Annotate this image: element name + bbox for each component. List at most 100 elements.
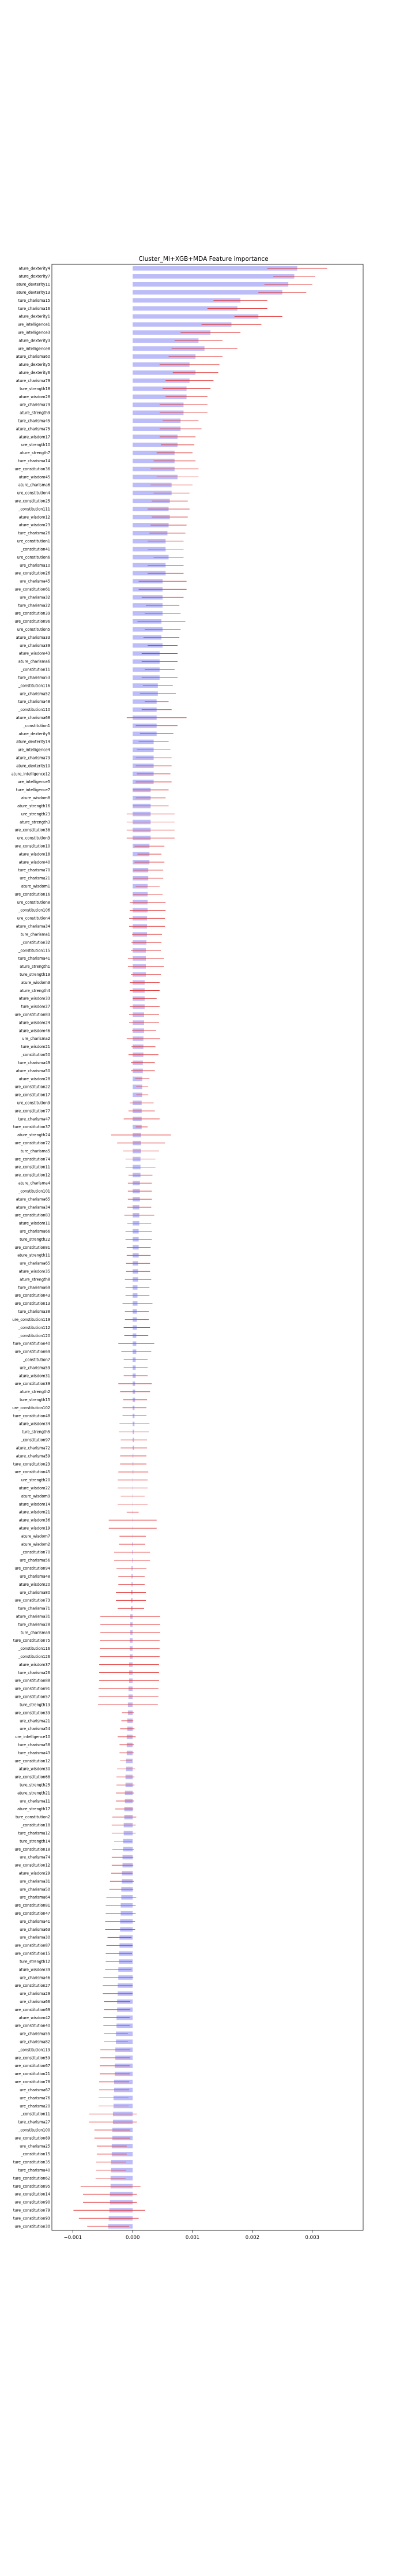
- y-tick-label: ature_charisma60: [16, 354, 50, 359]
- y-tick-label: ture_charisma53: [18, 675, 50, 680]
- y-tick-label: ure_constitution14: [14, 2192, 50, 2197]
- y-tick-label: ure_charisma25: [20, 2144, 50, 2148]
- y-tick-label: ure_charisma46: [20, 1975, 50, 1980]
- y-tick-label: ature_wisdom23: [19, 523, 50, 527]
- y-tick-label: ure_charisma65: [20, 1261, 50, 1266]
- y-tick-label: ature_strength8: [20, 1277, 50, 1282]
- y-tick-label: ure_charisma50: [20, 1887, 50, 1892]
- y-tick-label: ure_constitution78: [14, 2080, 50, 2084]
- y-tick-label: ature_wisdom37: [19, 1663, 50, 1667]
- y-tick-label: ure_constitution40: [14, 2024, 50, 2028]
- y-tick-label: ure_charisma11: [20, 1799, 50, 1803]
- y-tick-label: ure_constitution16: [14, 892, 50, 897]
- y-tick-label: ure_constitution9: [17, 1100, 50, 1105]
- y-tick-label: _constitution70: [20, 1550, 50, 1555]
- y-tick-label: ure_constitution45: [14, 1470, 50, 1474]
- y-tick-label: ure_constitution8: [17, 900, 50, 905]
- y-tick-label: ure_charisma52: [20, 691, 50, 696]
- y-tick-label: ature_charisma75: [16, 426, 50, 431]
- y-tick-label: ture_charisma5: [21, 1149, 50, 1154]
- y-tick-label: ture_strength19: [20, 972, 50, 977]
- y-tick-label: ure_charisma80: [20, 1590, 50, 1595]
- y-tick-label: ture_constitution37: [13, 1125, 50, 1129]
- y-tick-label: _constitution11: [20, 2112, 50, 2117]
- y-tick-label: ure_intelligence1: [17, 323, 50, 327]
- y-tick-label: ure_charisma66: [20, 2000, 50, 2004]
- y-tick-label: _constitution113: [18, 2047, 50, 2052]
- y-tick-label: ature_dexterity14: [16, 740, 50, 744]
- y-tick-label: ature_wisdom42: [19, 2016, 50, 2020]
- y-tick-label: ature_wisdom12: [19, 515, 50, 519]
- y-tick-label: ture_charisma28: [18, 1622, 50, 1627]
- y-tick-label: ture_wisdom27: [21, 1005, 50, 1009]
- y-tick-label: ature_wisdom40: [19, 860, 50, 864]
- y-tick-label: ature_strength3: [20, 820, 50, 825]
- y-tick-label: ture_charisma38: [18, 1309, 50, 1314]
- y-tick-label: _constitution116: [18, 1646, 50, 1651]
- x-tick-label: 0.002: [246, 2235, 259, 2241]
- y-tick-label: ture_charisma41: [18, 956, 50, 961]
- y-tick-label: ture_constitution2: [16, 1815, 50, 1819]
- y-tick-label: ure_constitution83: [14, 1013, 50, 1017]
- y-tick-label: ature_wisdom21: [19, 1510, 50, 1515]
- y-tick-label: ture_constitution23: [13, 1462, 50, 1466]
- error-bars-layer: [73, 268, 327, 2227]
- y-tick-label: ature_wisdom22: [19, 1486, 50, 1491]
- y-tick-label: ure_intelligence8: [17, 346, 50, 351]
- y-tick-label: ture_charisma69: [18, 1285, 50, 1290]
- y-tick-label: ure_charisma48: [20, 1574, 50, 1579]
- y-tick-label: ure_constitution59: [14, 2055, 50, 2060]
- y-tick-label: ature_wisdom11: [19, 1221, 50, 1226]
- y-tick-label: ure_constitution4: [17, 491, 50, 496]
- y-tick-label: ure_charisma39: [20, 643, 50, 648]
- y-tick-label: ature_dexterity13: [16, 290, 50, 295]
- y-tick-label: ture_strength5: [22, 1430, 50, 1435]
- y-tick-label: ature_strength11: [17, 1253, 50, 1258]
- y-tick-label: _constitution115: [18, 948, 50, 953]
- y-tick-label: ture_constitution40: [13, 1342, 50, 1346]
- y-tick-label: _constitution97: [20, 1438, 50, 1443]
- y-tick-label: ure_constitution83: [14, 1213, 50, 1218]
- y-tick-label: ture_charisma71: [18, 1607, 50, 1611]
- y-tick-label: ature_dexterity1: [18, 314, 50, 319]
- y-tick-label: ure_constitution18: [14, 1847, 50, 1852]
- y-tick-label: ture_charisma26: [18, 1671, 50, 1675]
- y-tick-label: ature_charisma50: [16, 1069, 50, 1073]
- y-tick-label: ure_charisma41: [20, 1919, 50, 1924]
- y-tick-label: ure_constitution25: [14, 499, 50, 504]
- y-tick-label: ature_dexterity10: [16, 763, 50, 768]
- y-tick-label: ure_constitution94: [14, 1566, 50, 1571]
- y-tick-label: ture_strength18: [20, 387, 50, 391]
- y-tick-label: ature_charisma6: [18, 660, 50, 664]
- y-tick-label: ature_wisdom1: [21, 884, 50, 889]
- y-tick-label: ture_charisma47: [18, 1117, 50, 1121]
- y-tick-label: ure_charisma20: [20, 2104, 50, 2109]
- y-tick-label: ture_charisma45: [18, 418, 50, 423]
- y-tick-label: ture_constitution75: [13, 1638, 50, 1643]
- y-tick-label: ure_constitution39: [14, 1381, 50, 1386]
- y-tick-label: ature_strength17: [17, 1807, 50, 1811]
- y-tick-label: ure_constitution4: [17, 916, 50, 921]
- y-tick-label: ture_charisma12: [18, 1831, 50, 1836]
- y-tick-label: ature_dexterity3: [18, 338, 50, 343]
- y-tick-label: ature_dexterity5: [18, 362, 50, 367]
- y-tick-label: ure_charisma32: [20, 595, 50, 600]
- y-tick-label: ature_strength16: [17, 804, 50, 808]
- y-tick-label: ture_constitution93: [13, 2216, 50, 2221]
- y-tick-label: ature_dexterity7: [18, 274, 50, 279]
- y-tick-label: ture_strength22: [20, 1237, 50, 1242]
- y-tick-label: ature_dexterity9: [18, 732, 50, 736]
- y-tick-label: ure_constitution90: [14, 2200, 50, 2205]
- y-tick-label: ature_wisdom39: [19, 1967, 50, 1972]
- y-tick-label: _constitution101: [18, 1189, 50, 1193]
- y-tick-label: ature_dexterity4: [18, 266, 50, 271]
- y-tick-label: ure_charisma74: [20, 1855, 50, 1860]
- y-tick-label: ature_wisdom2: [21, 1542, 50, 1547]
- y-tick-label: ure_constitution1: [17, 539, 50, 544]
- y-tick-label: ature_charisma6: [18, 483, 50, 488]
- y-tick-label: ure_constitution119: [12, 1317, 50, 1322]
- y-tick-label: ature_charisma79: [16, 379, 50, 383]
- y-tick-label: ature_charisma34: [16, 924, 50, 929]
- y-tick-label: ure_constitution11: [14, 1165, 50, 1170]
- y-tick-label: ature_wisdom29: [19, 1871, 50, 1875]
